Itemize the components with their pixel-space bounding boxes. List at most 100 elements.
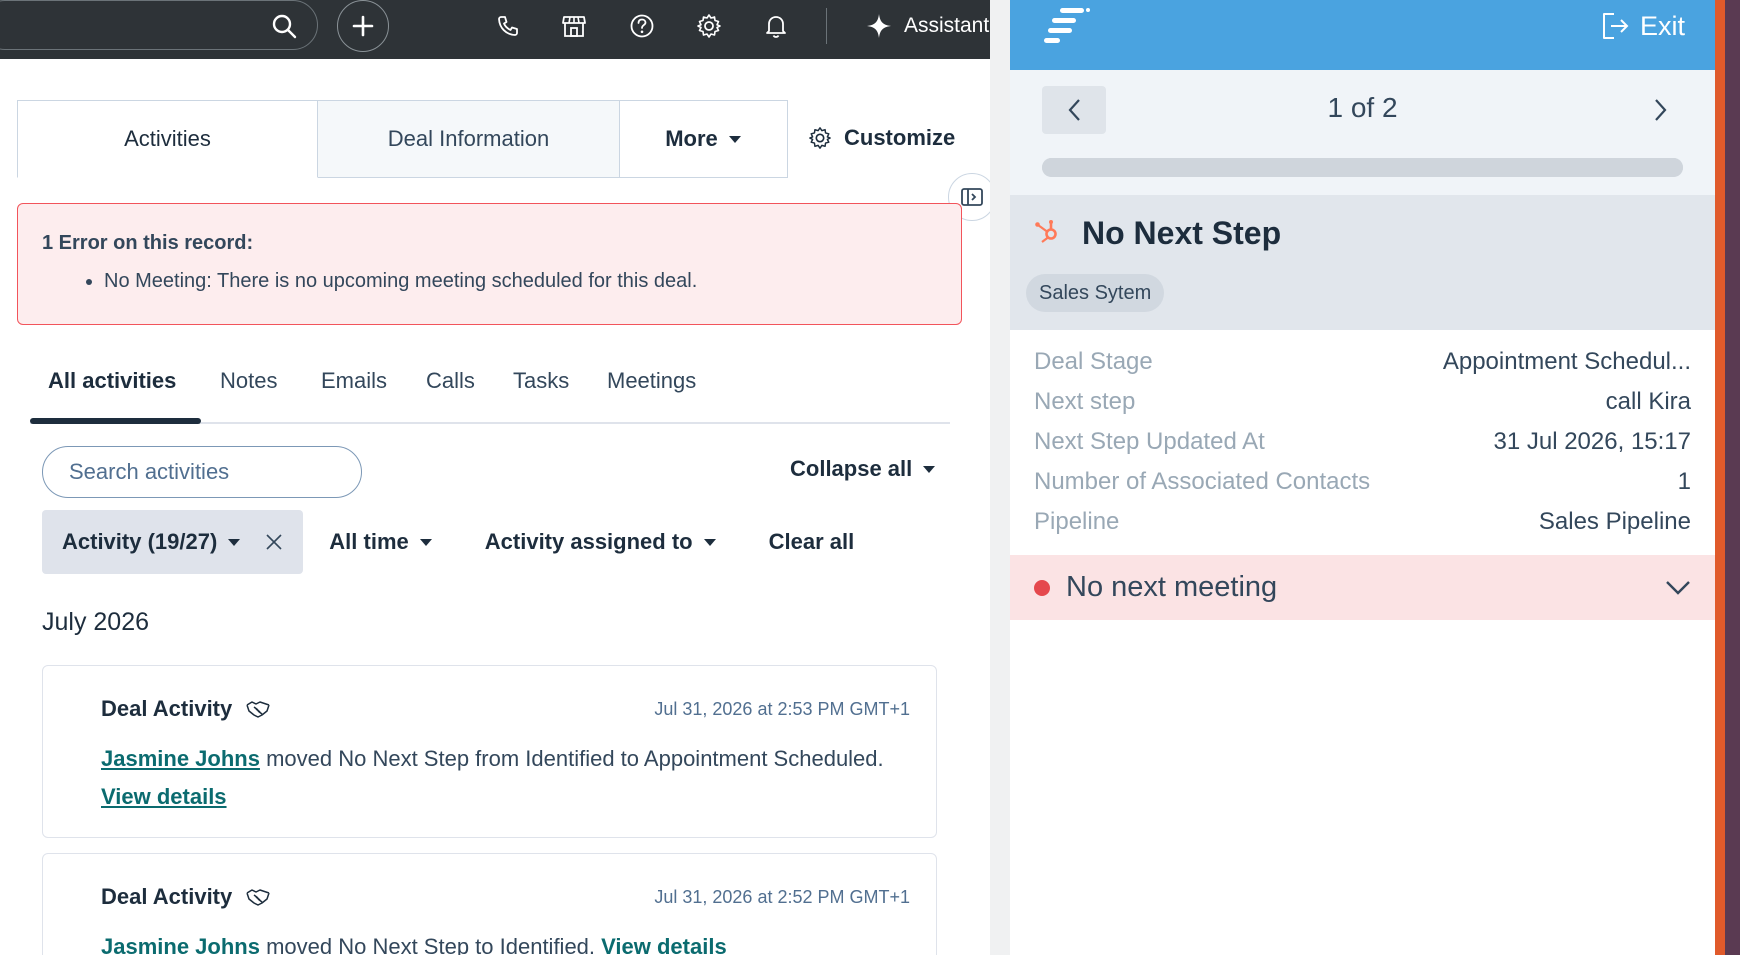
search-icon[interactable] xyxy=(270,12,298,40)
tab-more-label: More xyxy=(665,126,718,151)
all-time-label: All time xyxy=(329,529,409,554)
search-activities-input[interactable] xyxy=(69,459,357,485)
screen: Assistant Activities Deal Information Mo… xyxy=(0,0,1740,955)
caret-down-icon xyxy=(728,135,741,143)
activity-timestamp: Jul 31, 2026 at 2:52 PM GMT+1 xyxy=(654,886,910,907)
activity-title: Deal Activity xyxy=(101,696,233,721)
tab-tasks[interactable]: Tasks xyxy=(513,368,569,394)
gear-icon xyxy=(809,127,831,149)
activity-title: Deal Activity xyxy=(101,884,233,909)
property-row: Deal Stage Appointment Schedul... xyxy=(1034,342,1691,382)
topbar-divider xyxy=(826,8,827,44)
property-row: Next step call Kira xyxy=(1034,382,1691,422)
error-title: 1 Error on this record: xyxy=(42,232,254,254)
property-label: Number of Associated Contacts xyxy=(1034,468,1371,495)
collapse-all-button[interactable]: Collapse all xyxy=(790,456,936,482)
assistant-button[interactable]: Assistant xyxy=(866,8,989,44)
activity-card[interactable]: Deal Activity Jul 31, 2026 at 2:52 PM GM… xyxy=(42,853,937,955)
property-value: Appointment Schedul... xyxy=(1442,348,1691,375)
handshake-icon xyxy=(246,701,270,718)
create-new-button[interactable] xyxy=(337,0,389,52)
tab-activities[interactable]: Activities xyxy=(17,100,318,178)
activity-type-filter-chip[interactable]: Activity (19/27) xyxy=(42,510,304,574)
record-tag: Sales Sytem xyxy=(1026,274,1165,312)
panel-toggle-icon xyxy=(961,188,983,206)
window-edge xyxy=(1715,0,1725,955)
tab-deal-information[interactable]: Deal Information xyxy=(318,100,620,178)
plus-icon xyxy=(352,15,374,37)
top-nav-bar: Assistant xyxy=(0,0,990,59)
tab-calls[interactable]: Calls xyxy=(426,368,475,394)
panel-divider xyxy=(990,0,1010,955)
all-time-filter[interactable]: All time xyxy=(329,529,432,555)
app-logo-icon xyxy=(1044,8,1090,43)
record-progress-bar xyxy=(1042,158,1683,177)
tab-emails[interactable]: Emails xyxy=(321,368,387,394)
help-icon[interactable] xyxy=(628,12,656,40)
caret-down-icon xyxy=(703,538,716,546)
view-details-link[interactable]: View details xyxy=(601,934,727,955)
activity-filter-dropdown[interactable]: Activity (19/27) xyxy=(62,529,241,555)
next-meeting-label: No next meeting xyxy=(1066,571,1278,603)
property-value: 31 Jul 2026, 15:17 xyxy=(1493,428,1692,455)
property-row: Pipeline Sales Pipeline xyxy=(1034,502,1691,542)
gear-icon[interactable] xyxy=(695,12,723,40)
activity-text: moved No Next Step to Identified. xyxy=(259,934,602,955)
property-label: Next step xyxy=(1034,388,1136,415)
error-list: No Meeting: There is no upcoming meeting… xyxy=(104,270,937,293)
activity-timestamp: Jul 31, 2026 at 2:53 PM GMT+1 xyxy=(654,698,910,719)
actor-link[interactable]: Jasmine Johns xyxy=(101,746,260,771)
customize-button[interactable]: Customize xyxy=(808,118,955,158)
side-panel: Exit 1 of 2 No Next Step Sales Sytem Dea… xyxy=(1010,0,1715,955)
active-tab-indicator xyxy=(30,418,201,424)
record-tabs: Activities Deal Information More xyxy=(17,100,788,178)
exit-label: Exit xyxy=(1639,10,1685,41)
marketplace-icon[interactable] xyxy=(560,12,588,40)
status-dot-icon xyxy=(1034,579,1050,596)
activity-tabs: All activities Notes Emails Calls Tasks … xyxy=(30,364,950,424)
record-properties: Deal Stage Appointment Schedul... Next st… xyxy=(1034,342,1691,542)
activity-filter-label: Activity (19/27) xyxy=(62,529,218,554)
desktop-edge xyxy=(1725,0,1740,955)
view-details-link[interactable]: View details xyxy=(101,784,227,809)
record-navigator: 1 of 2 xyxy=(1010,70,1715,195)
tab-all-activities[interactable]: All activities xyxy=(48,368,176,394)
record-error-alert: 1 Error on this record: No Meeting: Ther… xyxy=(17,203,962,325)
property-row: Number of Associated Contacts 1 xyxy=(1034,462,1691,502)
side-panel-header: Exit xyxy=(1010,0,1715,70)
activity-body: Jasmine Johns moved No Next Step to Iden… xyxy=(101,928,910,955)
exit-icon xyxy=(1602,13,1629,39)
tab-notes[interactable]: Notes xyxy=(220,368,277,394)
chevron-right-icon xyxy=(1655,99,1667,121)
clear-all-filters-button[interactable]: Clear all xyxy=(769,529,855,555)
property-value: 1 xyxy=(1677,468,1691,495)
assigned-to-label: Activity assigned to xyxy=(484,529,693,554)
close-icon[interactable] xyxy=(265,533,283,551)
activity-text: moved No Next Step from Identified to Ap… xyxy=(259,746,884,771)
next-record-button[interactable] xyxy=(1637,86,1685,134)
error-item: No Meeting: There is no upcoming meeting… xyxy=(104,270,937,293)
exit-button[interactable]: Exit xyxy=(1600,6,1685,46)
chevron-down-icon[interactable] xyxy=(1665,580,1691,596)
property-value: Sales Pipeline xyxy=(1538,508,1691,535)
record-counter: 1 of 2 xyxy=(1327,92,1398,123)
next-meeting-status[interactable]: No next meeting xyxy=(1010,555,1715,620)
bell-icon[interactable] xyxy=(762,12,790,40)
phone-icon[interactable] xyxy=(494,12,522,40)
property-label: Pipeline xyxy=(1034,508,1120,535)
collapse-all-label: Collapse all xyxy=(790,456,913,481)
sparkle-icon xyxy=(867,14,891,38)
tab-meetings[interactable]: Meetings xyxy=(607,368,696,394)
caret-down-icon xyxy=(228,538,241,546)
assigned-to-filter[interactable]: Activity assigned to xyxy=(485,529,717,555)
caret-down-icon xyxy=(923,465,936,473)
tab-more-dropdown[interactable]: More xyxy=(620,100,788,178)
activity-search[interactable] xyxy=(42,446,362,498)
actor-link[interactable]: Jasmine Johns xyxy=(101,934,260,955)
progress-fill xyxy=(1042,158,1683,177)
caret-down-icon xyxy=(419,538,432,546)
property-label: Next Step Updated At xyxy=(1034,428,1265,455)
record-summary: No Next Step Sales Sytem xyxy=(1010,195,1715,330)
activity-body: Jasmine Johns moved No Next Step from Id… xyxy=(101,740,910,816)
activity-card[interactable]: Deal Activity Jul 31, 2026 at 2:53 PM GM… xyxy=(42,665,937,838)
